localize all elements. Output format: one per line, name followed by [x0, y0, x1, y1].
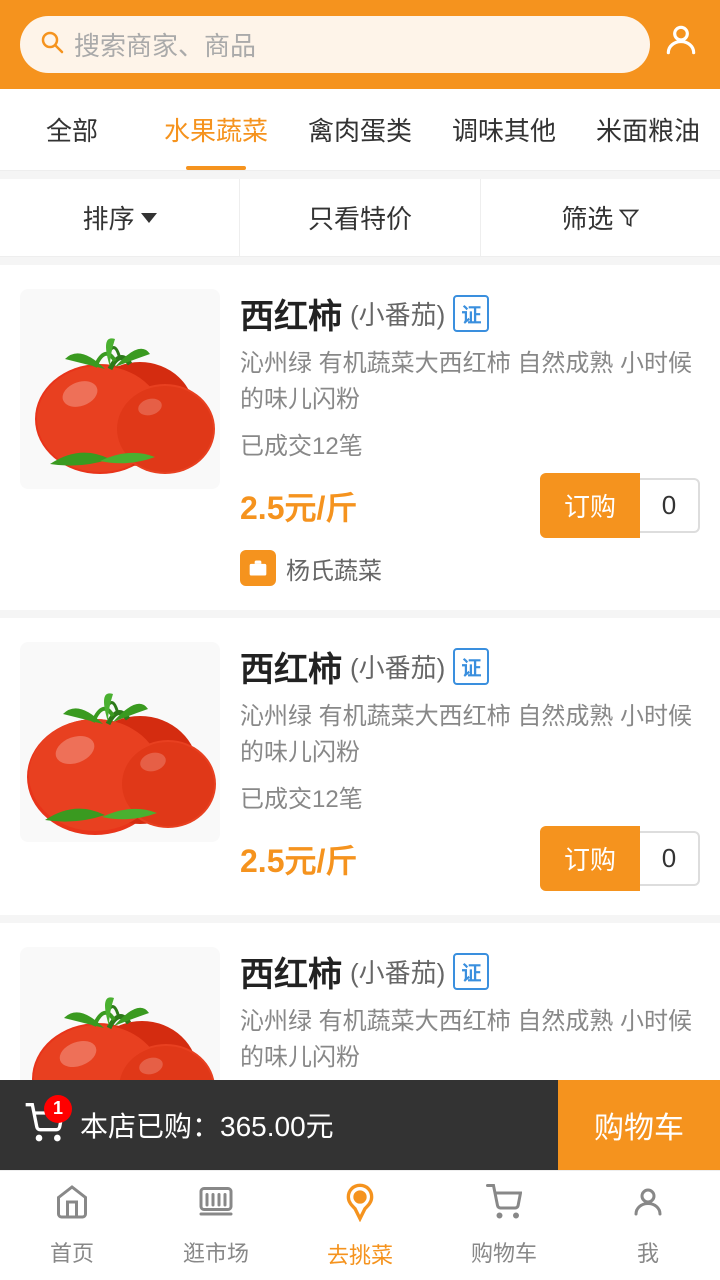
product-card-2: 西红柿 (小番茄) 证 沁州绿 有机蔬菜大西红柿 自然成熟 小时候的味儿闪粉 已… [0, 618, 720, 915]
product-stats-1: 已成交12笔 [240, 426, 700, 461]
order-button-2[interactable]: 订购 [540, 826, 640, 891]
price-row-2: 2.5元/斤 订购 0 [240, 826, 700, 891]
product-title-1: 西红柿 (小番茄) 证 [240, 289, 700, 338]
product-desc-2: 沁州绿 有机蔬菜大西红柿 自然成熟 小时候的味儿闪粉 [240, 699, 700, 771]
price-row-1: 2.5元/斤 订购 0 [240, 473, 700, 538]
product-desc-3: 沁州绿 有机蔬菜大西红柿 自然成熟 小时候的味儿闪粉 [240, 1004, 700, 1076]
product-desc-1: 沁州绿 有机蔬菜大西红柿 自然成熟 小时候的味儿闪粉 [240, 346, 700, 418]
cart-summary-text: 本店已购：365.00元 [80, 1105, 334, 1145]
nav-cart-label: 购物车 [471, 1236, 537, 1268]
tomato-svg-1 [20, 289, 220, 489]
category-fruits-veg[interactable]: 水果蔬菜 [144, 89, 288, 170]
cart-badge: 1 [44, 1095, 72, 1123]
product-name-sub-1: (小番茄) [350, 295, 445, 332]
cart-info: 1 本店已购：365.00元 [0, 1103, 558, 1148]
order-btn-wrap-2: 订购 0 [540, 826, 700, 891]
sort-arrow-icon [141, 213, 157, 223]
home-icon [54, 1184, 90, 1230]
search-icon [40, 30, 64, 60]
header: 搜索商家、商品 [0, 0, 720, 89]
pick-icon [340, 1182, 380, 1232]
user-nav-icon [630, 1184, 666, 1230]
filter-bar: 排序 只看特价 筛选 [0, 179, 720, 257]
store-row-1: 杨氏蔬菜 [240, 550, 700, 586]
category-all[interactable]: 全部 [0, 89, 144, 170]
product-card-1: 西红柿 (小番茄) 证 沁州绿 有机蔬菜大西红柿 自然成熟 小时候的味儿闪粉 已… [0, 265, 720, 610]
screen-filter[interactable]: 筛选 [481, 179, 720, 256]
nav-pick[interactable]: 去挑菜 [288, 1172, 432, 1280]
product-image-2 [20, 642, 220, 842]
quantity-box-2[interactable]: 0 [640, 831, 700, 886]
product-name-main-1: 西红柿 [240, 289, 342, 338]
user-icon[interactable] [662, 21, 700, 68]
product-price-1: 2.5元/斤 [240, 483, 357, 529]
cart-icon-wrap: 1 [24, 1103, 64, 1148]
nav-pick-label: 去挑菜 [327, 1238, 393, 1270]
category-grains[interactable]: 米面粮油 [576, 89, 720, 170]
quantity-box-1[interactable]: 0 [640, 478, 700, 533]
cart-nav-icon [486, 1184, 522, 1230]
market-icon [198, 1184, 234, 1230]
nav-home-label: 首页 [50, 1236, 94, 1268]
product-stats-2: 已成交12笔 [240, 779, 700, 814]
order-button-1[interactable]: 订购 [540, 473, 640, 538]
sort-filter[interactable]: 排序 [0, 179, 240, 256]
product-name-main-2: 西红柿 [240, 642, 342, 691]
store-icon-1 [240, 550, 276, 586]
product-price-2: 2.5元/斤 [240, 836, 357, 882]
product-info-2: 西红柿 (小番茄) 证 沁州绿 有机蔬菜大西红柿 自然成熟 小时候的味儿闪粉 已… [240, 642, 700, 891]
category-meat-eggs[interactable]: 禽肉蛋类 [288, 89, 432, 170]
cert-badge-1: 证 [453, 295, 489, 332]
search-bar[interactable]: 搜索商家、商品 [20, 16, 650, 73]
nav-market-label: 逛市场 [183, 1236, 249, 1268]
sort-label: 排序 [83, 199, 135, 236]
cert-badge-3: 证 [453, 953, 489, 990]
bottom-nav: 首页 逛市场 去挑菜 [0, 1170, 720, 1280]
product-title-2: 西红柿 (小番茄) 证 [240, 642, 700, 691]
product-image-1 [20, 289, 220, 489]
search-input-placeholder: 搜索商家、商品 [74, 26, 256, 63]
cert-badge-2: 证 [453, 648, 489, 685]
product-info-1: 西红柿 (小番茄) 证 沁州绿 有机蔬菜大西红柿 自然成熟 小时候的味儿闪粉 已… [240, 289, 700, 586]
product-name-sub-2: (小番茄) [350, 648, 445, 685]
filter-icon [619, 208, 639, 228]
special-label: 只看特价 [308, 199, 412, 236]
category-nav: 全部 水果蔬菜 禽肉蛋类 调味其他 米面粮油 [0, 89, 720, 171]
category-seasoning[interactable]: 调味其他 [432, 89, 576, 170]
product-name-main-3: 西红柿 [240, 947, 342, 996]
go-to-cart-button[interactable]: 购物车 [558, 1080, 720, 1170]
tomato-svg-2 [20, 642, 220, 842]
cart-bar: 1 本店已购：365.00元 购物车 [0, 1080, 720, 1170]
nav-home[interactable]: 首页 [0, 1174, 144, 1278]
product-title-3: 西红柿 (小番茄) 证 [240, 947, 700, 996]
nav-market[interactable]: 逛市场 [144, 1174, 288, 1278]
order-btn-wrap-1: 订购 0 [540, 473, 700, 538]
nav-me-label: 我 [637, 1236, 659, 1268]
store-name-1: 杨氏蔬菜 [286, 551, 382, 586]
special-filter[interactable]: 只看特价 [240, 179, 480, 256]
product-name-sub-3: (小番茄) [350, 953, 445, 990]
nav-me[interactable]: 我 [576, 1174, 720, 1278]
nav-cart[interactable]: 购物车 [432, 1174, 576, 1278]
product-list: 西红柿 (小番茄) 证 沁州绿 有机蔬菜大西红柿 自然成熟 小时候的味儿闪粉 已… [0, 265, 720, 1220]
screen-label: 筛选 [561, 199, 613, 236]
